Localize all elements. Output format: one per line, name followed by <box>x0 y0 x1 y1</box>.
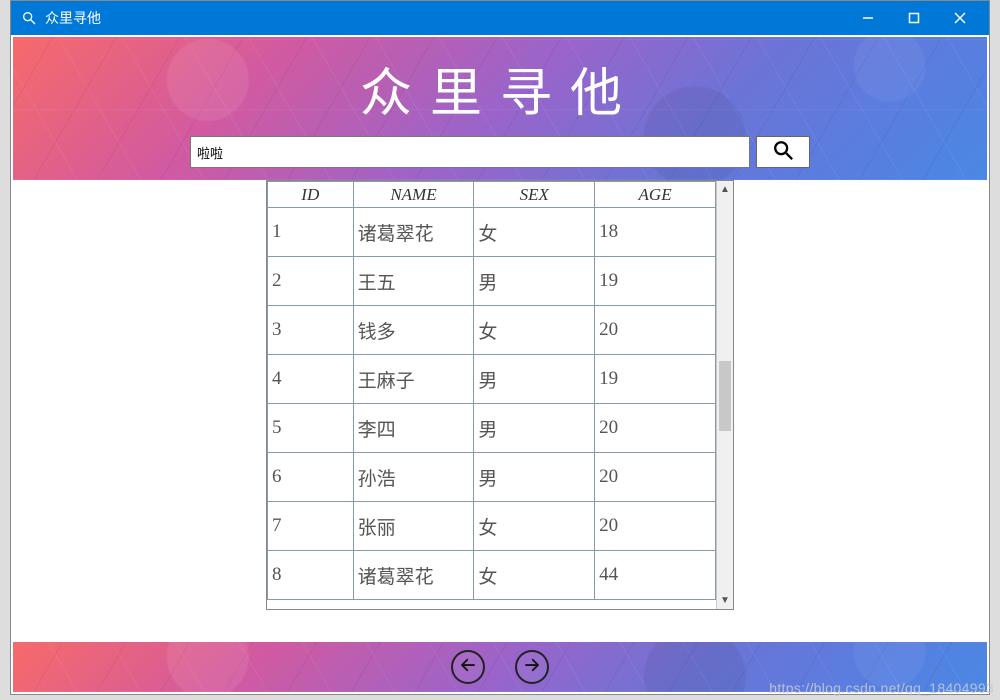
search-button[interactable] <box>756 136 810 168</box>
cell-id: 2 <box>268 257 354 306</box>
scroll-down-icon[interactable]: ▼ <box>717 592 733 609</box>
col-header-name: NAME <box>353 182 474 208</box>
search-input[interactable] <box>190 136 750 168</box>
table-scrollbar[interactable]: ▲ ▼ <box>716 181 733 609</box>
cell-name: 李四 <box>353 404 474 453</box>
table-row[interactable]: 7张丽女20 <box>268 502 716 551</box>
search-bar <box>190 136 810 168</box>
prev-page-button[interactable] <box>451 650 485 684</box>
table-row[interactable]: 8诸葛翠花女44 <box>268 551 716 600</box>
table-header-row: ID NAME SEX AGE <box>268 182 716 208</box>
maximize-button[interactable] <box>891 1 937 35</box>
cell-id: 7 <box>268 502 354 551</box>
results-table-wrap: ID NAME SEX AGE 1诸葛翠花女182王五男193钱多女204王麻子… <box>266 180 734 610</box>
cell-sex: 男 <box>474 355 595 404</box>
app-icon <box>21 10 37 26</box>
scroll-thumb[interactable] <box>719 361 731 431</box>
cell-name: 诸葛翠花 <box>353 208 474 257</box>
cell-name: 孙浩 <box>353 453 474 502</box>
col-header-sex: SEX <box>474 182 595 208</box>
cell-name: 钱多 <box>353 306 474 355</box>
cell-id: 8 <box>268 551 354 600</box>
cell-name: 王五 <box>353 257 474 306</box>
table-row[interactable]: 2王五男19 <box>268 257 716 306</box>
cell-age: 20 <box>595 453 716 502</box>
cell-age: 19 <box>595 257 716 306</box>
scroll-up-icon[interactable]: ▲ <box>717 181 733 198</box>
col-header-age: AGE <box>595 182 716 208</box>
table-row[interactable]: 3钱多女20 <box>268 306 716 355</box>
col-header-id: ID <box>268 182 354 208</box>
cell-id: 1 <box>268 208 354 257</box>
minimize-button[interactable] <box>845 1 891 35</box>
close-button[interactable] <box>937 1 983 35</box>
cell-sex: 女 <box>474 306 595 355</box>
header: 众里寻他 <box>11 35 989 180</box>
arrow-right-icon <box>523 656 541 679</box>
cell-name: 张丽 <box>353 502 474 551</box>
cell-name: 王麻子 <box>353 355 474 404</box>
results-table: ID NAME SEX AGE 1诸葛翠花女182王五男193钱多女204王麻子… <box>267 181 716 600</box>
table-row[interactable]: 1诸葛翠花女18 <box>268 208 716 257</box>
results-table-scroll[interactable]: ID NAME SEX AGE 1诸葛翠花女182王五男193钱多女204王麻子… <box>267 181 716 609</box>
next-page-button[interactable] <box>515 650 549 684</box>
titlebar: 众里寻他 <box>11 1 989 35</box>
cell-age: 44 <box>595 551 716 600</box>
search-icon <box>772 139 794 166</box>
cell-sex: 男 <box>474 257 595 306</box>
cell-id: 6 <box>268 453 354 502</box>
cell-age: 20 <box>595 404 716 453</box>
arrow-left-icon <box>459 656 477 679</box>
cell-id: 5 <box>268 404 354 453</box>
app-window: 众里寻他 众里寻他 <box>10 0 990 695</box>
cell-sex: 女 <box>474 502 595 551</box>
table-row[interactable]: 5李四男20 <box>268 404 716 453</box>
watermark: https://blog.csdn.net/qq_18404993 <box>769 680 994 696</box>
cell-sex: 男 <box>474 453 595 502</box>
cell-age: 20 <box>595 502 716 551</box>
cell-sex: 女 <box>474 208 595 257</box>
cell-age: 19 <box>595 355 716 404</box>
window-title: 众里寻他 <box>45 8 845 28</box>
app-title: 众里寻他 <box>360 51 640 126</box>
cell-id: 3 <box>268 306 354 355</box>
cell-sex: 女 <box>474 551 595 600</box>
table-row[interactable]: 4王麻子男19 <box>268 355 716 404</box>
cell-age: 18 <box>595 208 716 257</box>
table-row[interactable]: 6孙浩男20 <box>268 453 716 502</box>
cell-id: 4 <box>268 355 354 404</box>
content-area: ID NAME SEX AGE 1诸葛翠花女182王五男193钱多女204王麻子… <box>11 180 989 642</box>
cell-age: 20 <box>595 306 716 355</box>
cell-name: 诸葛翠花 <box>353 551 474 600</box>
cell-sex: 男 <box>474 404 595 453</box>
